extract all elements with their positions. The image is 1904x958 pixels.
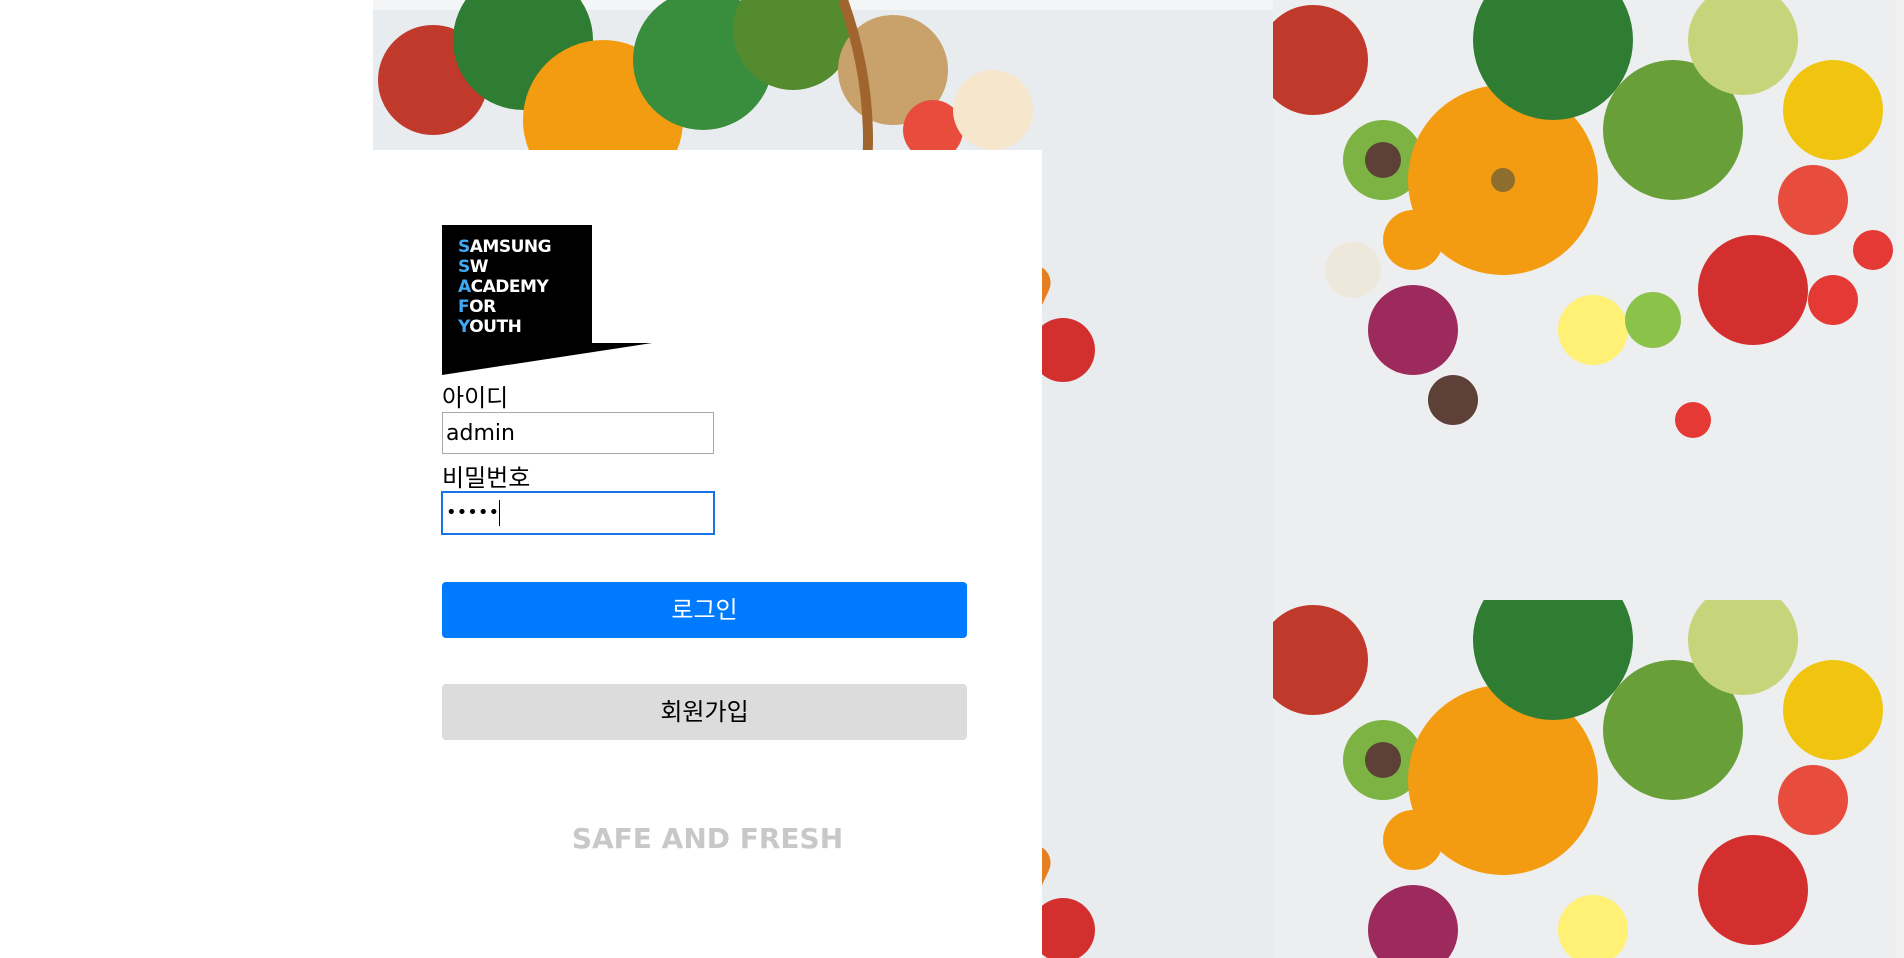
ssafy-logo: SAMSUNG SW ACADEMY FOR YOUTH (442, 225, 662, 375)
tagline: SAFE AND FRESH (571, 822, 844, 855)
logo-line: YOUTH (458, 317, 522, 337)
logo-text: SAMSUNG SW ACADEMY FOR YOUTH (458, 237, 552, 337)
logo-box: SAMSUNG SW ACADEMY FOR YOUTH (442, 225, 592, 345)
logo-line: ACADEMY (458, 277, 549, 297)
id-input[interactable] (442, 412, 714, 454)
password-label: 비밀번호 (442, 464, 531, 492)
scrollbar-track[interactable] (1896, 0, 1904, 958)
login-button[interactable]: 로그인 (442, 582, 967, 638)
vegetable-photo-tile (1273, 600, 1904, 958)
vegetable-photo-tile (1273, 0, 1904, 600)
logo-line: SAMSUNG (458, 237, 552, 257)
logo-line: SW (458, 257, 489, 277)
logo-line: FOR (458, 297, 496, 317)
text-cursor (499, 500, 501, 526)
id-label: 아이디 (442, 384, 509, 412)
password-input[interactable]: ••••• (442, 492, 714, 534)
signup-button[interactable]: 회원가입 (442, 684, 967, 740)
password-mask: ••••• (446, 502, 500, 523)
login-card: SAMSUNG SW ACADEMY FOR YOUTH 아이디 비밀번호 ••… (373, 150, 1042, 958)
logo-shadow (442, 343, 652, 375)
